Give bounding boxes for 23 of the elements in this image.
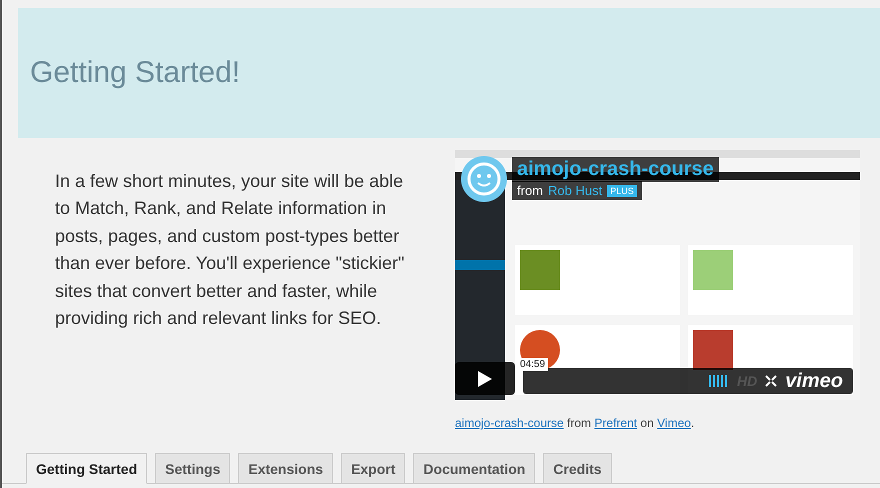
caption-link[interactable]: aimojo-crash-course xyxy=(455,416,564,430)
plus-badge: PLUS xyxy=(607,184,637,196)
smiley-avatar-icon xyxy=(461,156,507,202)
play-icon xyxy=(477,370,493,388)
author-link[interactable]: Rob Hust xyxy=(548,183,602,198)
video-caption: aimojo-crash-course from Prefrent on Vimeo. xyxy=(455,416,696,430)
play-button[interactable] xyxy=(455,362,515,395)
tab[interactable]: Settings xyxy=(155,453,230,483)
tab[interactable]: Export xyxy=(341,453,406,483)
fullscreen-icon[interactable] xyxy=(765,375,778,387)
caption-link[interactable]: Vimeo xyxy=(657,416,691,430)
vimeo-logo[interactable]: vimeo xyxy=(785,370,843,392)
intro-paragraph: In a few short minutes, your site will be able to Match, Rank, and Relate information in posts, pages, and custom post-types better than ever before. You'll experience "stickier" sites that convert better and faster, while providing rich and relevant links for SEO. xyxy=(55,170,406,330)
from-label: from xyxy=(517,183,543,198)
caption-link[interactable]: Prefrent xyxy=(594,416,638,430)
tab[interactable]: Credits xyxy=(543,453,612,483)
tab[interactable]: Documentation xyxy=(413,453,536,483)
tab[interactable]: Extensions xyxy=(238,453,334,483)
tab[interactable]: Getting Started xyxy=(26,453,148,484)
video-title[interactable]: aimojo-crash-course xyxy=(512,157,719,182)
page-title: Getting Started! xyxy=(30,56,240,90)
video-duration: 04:59 xyxy=(517,358,548,371)
volume-icon[interactable] xyxy=(708,375,729,387)
